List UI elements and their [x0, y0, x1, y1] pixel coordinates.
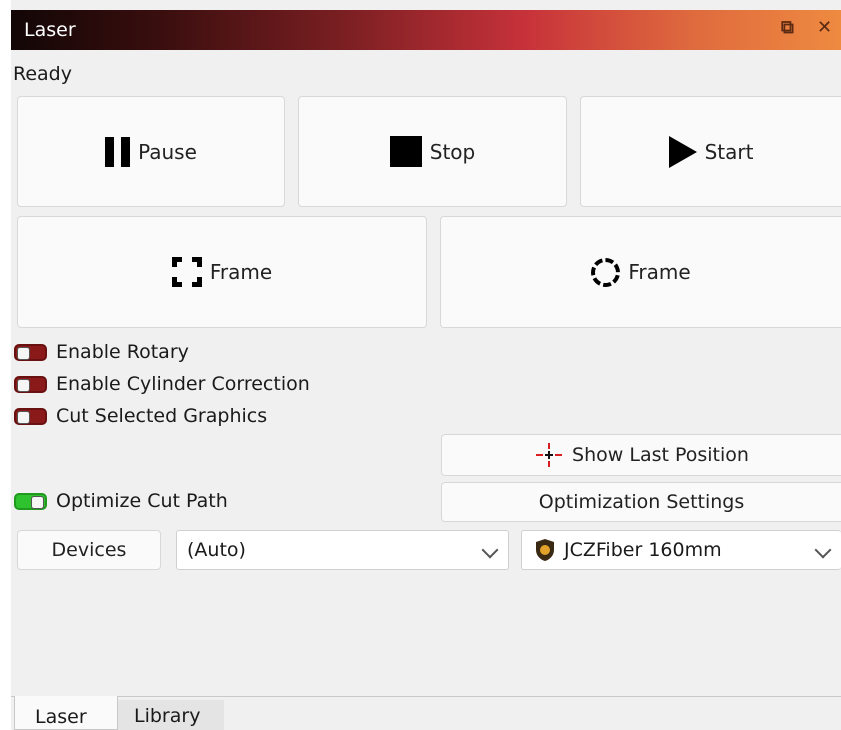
device-select-value: JCZFiber 160mm: [564, 539, 722, 561]
enable-cylinder-correction-toggle[interactable]: [14, 376, 47, 393]
frame-rectangle-icon: [171, 257, 202, 287]
tab-bar-divider: [11, 696, 841, 697]
close-icon[interactable]: ✕: [817, 17, 832, 38]
frame-rectangle-label: Frame: [209, 260, 273, 284]
tab-laser[interactable]: Laser: [14, 696, 118, 730]
chevron-down-icon: [481, 541, 499, 559]
devices-button-label: Devices: [51, 539, 127, 561]
enable-rotary-label: Enable Rotary: [56, 341, 189, 363]
tab-library[interactable]: Library: [118, 700, 224, 730]
optimize-cut-path-label: Optimize Cut Path: [56, 490, 228, 512]
port-select[interactable]: (Auto): [176, 530, 509, 570]
stop-button[interactable]: Stop: [298, 96, 567, 207]
optimization-settings-label: Optimization Settings: [538, 491, 745, 513]
start-button[interactable]: Start: [580, 96, 841, 207]
cut-selected-graphics-label: Cut Selected Graphics: [56, 405, 268, 427]
pause-button-label: Pause: [138, 139, 197, 164]
enable-cylinder-correction-label: Enable Cylinder Correction: [56, 373, 310, 395]
port-select-value: (Auto): [187, 539, 246, 561]
frame-circle-button[interactable]: Frame: [440, 216, 841, 328]
start-button-label: Start: [704, 139, 754, 164]
tab-library-label: Library: [134, 705, 201, 727]
cut-selected-graphics-toggle[interactable]: [14, 408, 47, 425]
frame-rectangle-button[interactable]: Frame: [17, 216, 427, 328]
play-icon: [668, 135, 697, 168]
show-last-position-button[interactable]: Show Last Position: [441, 434, 841, 476]
optimization-settings-button[interactable]: Optimization Settings: [441, 482, 841, 522]
window-titlebar[interactable]: Laser ⧉ ✕: [11, 10, 841, 50]
frame-circle-icon: [591, 257, 621, 287]
stop-icon: [389, 136, 422, 167]
show-last-position-label: Show Last Position: [572, 444, 749, 466]
restore-window-icon[interactable]: ⧉: [781, 17, 794, 38]
device-shield-icon: [536, 539, 554, 561]
device-select[interactable]: JCZFiber 160mm: [521, 530, 841, 570]
left-gutter: [0, 0, 11, 730]
frame-circle-label: Frame: [628, 260, 691, 284]
pause-button[interactable]: Pause: [17, 96, 285, 207]
crosshair-icon: [536, 443, 563, 467]
tab-laser-label: Laser: [35, 706, 87, 728]
status-label: Ready: [13, 63, 72, 85]
devices-button[interactable]: Devices: [17, 530, 161, 570]
optimize-cut-path-toggle[interactable]: [14, 493, 47, 510]
window-title: Laser: [24, 19, 76, 41]
stop-button-label: Stop: [429, 139, 476, 164]
chevron-down-icon: [814, 541, 832, 559]
enable-rotary-toggle[interactable]: [14, 344, 47, 361]
pause-icon: [105, 136, 131, 167]
